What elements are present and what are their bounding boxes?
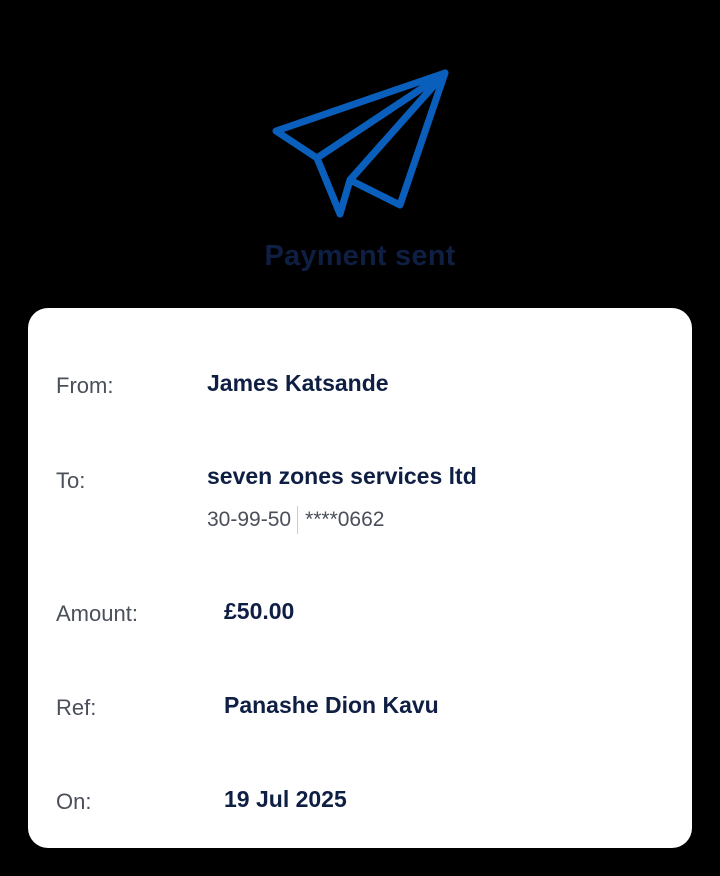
payment-details-card: From: James Katsande To: seven zones ser… xyxy=(28,308,692,848)
divider xyxy=(297,506,299,534)
date-value: 19 Jul 2025 xyxy=(224,786,347,812)
from-value: James Katsande xyxy=(207,370,389,396)
date-label: On: xyxy=(56,789,92,814)
page-title: Payment sent xyxy=(264,240,456,272)
to-label: To: xyxy=(56,468,86,493)
paper-plane-icon xyxy=(272,69,449,218)
account-details: 30-99-50 ****0662 xyxy=(207,506,384,534)
amount-label: Amount: xyxy=(56,601,138,626)
to-value: seven zones services ltd xyxy=(207,463,477,489)
confirmation-header: Payment sent xyxy=(0,0,720,300)
amount-value: £50.00 xyxy=(224,598,295,624)
sort-code: 30-99-50 xyxy=(207,508,292,531)
ref-value: Panashe Dion Kavu xyxy=(224,692,439,718)
from-label: From: xyxy=(56,373,114,398)
account-number: ****0662 xyxy=(305,508,385,531)
ref-label: Ref: xyxy=(56,695,97,720)
